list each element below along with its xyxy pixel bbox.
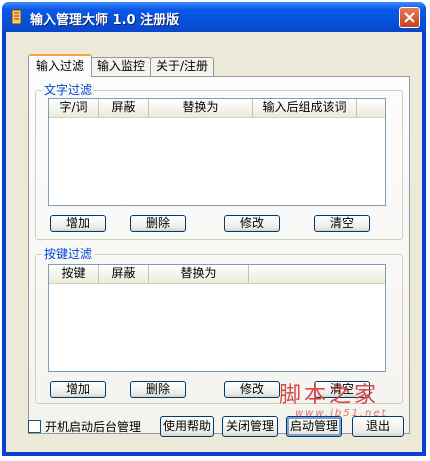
column-header-compose[interactable]: 输入后组成该词 (253, 99, 357, 117)
key-modify-button[interactable]: 修改 (224, 381, 280, 398)
app-window: 输入管理大师 1.0 注册版 输入过滤 输入监控 关于/注册 文字过滤 字/词 … (2, 2, 426, 456)
text-modify-button[interactable]: 修改 (224, 215, 280, 232)
tab-input-filter[interactable]: 输入过滤 (28, 54, 92, 77)
text-filter-list[interactable]: 字/词 屏蔽 替换为 输入后组成该词 (48, 98, 386, 206)
exit-button[interactable]: 退出 (352, 416, 404, 437)
autostart-checkbox[interactable] (28, 420, 41, 433)
column-header-key-block[interactable]: 屏蔽 (99, 265, 149, 283)
column-header-key-replace[interactable]: 替换为 (149, 265, 249, 283)
key-add-button[interactable]: 增加 (50, 381, 106, 398)
text-clear-button[interactable]: 清空 (314, 215, 370, 232)
window-title: 输入管理大师 1.0 注册版 (30, 13, 180, 28)
key-filter-title: 按键过滤 (42, 247, 95, 261)
title-bar[interactable]: 输入管理大师 1.0 注册版 (2, 2, 426, 32)
text-filter-list-header: 字/词 屏蔽 替换为 输入后组成该词 (49, 99, 385, 118)
column-header-word[interactable]: 字/词 (49, 99, 99, 117)
text-filter-title: 文字过滤 (42, 83, 95, 97)
watermark-logo: 脚本之家 (279, 383, 380, 408)
column-header-block[interactable]: 屏蔽 (99, 99, 149, 117)
start-manage-button[interactable]: 启动管理 (286, 416, 342, 437)
text-delete-button[interactable]: 删除 (130, 215, 186, 232)
key-delete-button[interactable]: 删除 (130, 381, 186, 398)
close-icon (404, 12, 415, 23)
key-filter-list-header: 按键 屏蔽 替换为 (49, 265, 385, 284)
close-button[interactable] (399, 7, 420, 28)
column-header-replace[interactable]: 替换为 (149, 99, 253, 117)
tab-panel-input-filter: 文字过滤 字/词 屏蔽 替换为 输入后组成该词 增加 删除 修改 清空 按键过滤 (28, 76, 410, 434)
column-header-key[interactable]: 按键 (49, 265, 99, 283)
tab-input-monitor[interactable]: 输入监控 (91, 57, 151, 76)
key-filter-list[interactable]: 按键 屏蔽 替换为 (48, 264, 386, 372)
client-area: 输入过滤 输入监控 关于/注册 文字过滤 字/词 屏蔽 替换为 输入后组成该词 … (6, 32, 422, 452)
help-button[interactable]: 使用帮助 (160, 416, 214, 437)
text-filter-group: 文字过滤 字/词 屏蔽 替换为 输入后组成该词 增加 删除 修改 清空 (35, 83, 403, 240)
stop-manage-button[interactable]: 关闭管理 (222, 416, 278, 437)
pencil-icon (11, 9, 22, 25)
text-add-button[interactable]: 增加 (50, 215, 106, 232)
tab-about-register[interactable]: 关于/注册 (150, 57, 214, 76)
autostart-label[interactable]: 开机启动后台管理 (45, 418, 141, 435)
